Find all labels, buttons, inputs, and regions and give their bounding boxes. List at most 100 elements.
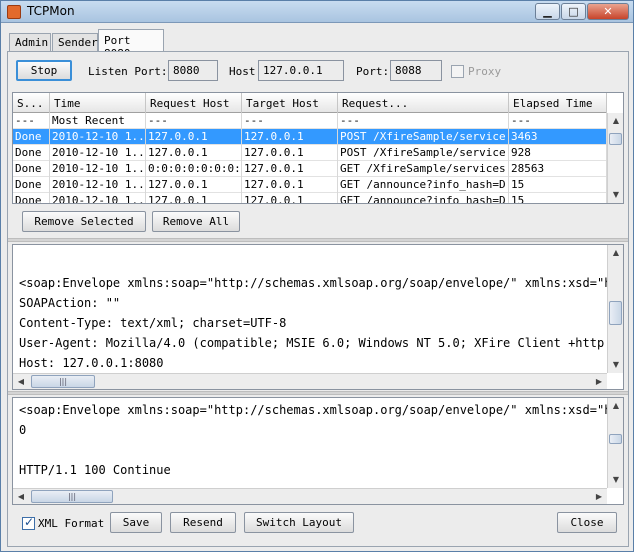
host-field[interactable]: 127.0.0.1 <box>258 60 344 81</box>
proxy-label: Proxy <box>468 65 502 78</box>
cell-time: 2010-12-10 1... <box>52 161 146 177</box>
proxy-checkbox[interactable] <box>451 65 464 78</box>
cell-status: Done <box>13 129 50 145</box>
table-header: S... Time Request Host Target Host Reque… <box>13 93 607 113</box>
cell-request: POST /XfireSample/service... <box>340 129 509 145</box>
table-row[interactable]: Done 2010-12-10 1... 127.0.0.1 127.0.0.1 GET… <box>13 177 607 193</box>
scroll-left-icon[interactable]: ◀ <box>13 489 29 504</box>
cell-time: 2010-12-10 1... <box>52 145 146 161</box>
switch-layout-button[interactable]: Switch Layout <box>244 512 354 533</box>
scroll-down-icon[interactable]: ▼ <box>608 187 623 203</box>
scroll-down-icon[interactable]: ▼ <box>608 357 623 373</box>
column-elapsed-time[interactable]: Elapsed Time <box>509 93 607 113</box>
text-line <box>19 253 623 273</box>
java-app-icon <box>7 5 21 19</box>
cell-target-host: 127.0.0.1 <box>242 145 338 161</box>
minimize-icon[interactable]: ▁ <box>535 3 560 20</box>
pane-splitter[interactable] <box>8 391 628 395</box>
table-row[interactable]: Done 2010-12-10 1... 0:0:0:0:0:0:0:1 127.0.… <box>13 161 607 177</box>
response-horizontal-scrollbar[interactable]: ◀ ||| ▶ <box>13 488 607 504</box>
text-line: <soap:Envelope xmlns:soap="http://schema… <box>19 403 624 417</box>
response-pane[interactable]: <soap:Envelope xmlns:soap="http://schema… <box>12 397 624 505</box>
scroll-up-icon[interactable]: ▲ <box>608 245 623 261</box>
cell-elapsed-time: 15 <box>509 177 607 193</box>
save-button[interactable]: Save <box>110 512 162 533</box>
port-field[interactable]: 8088 <box>390 60 442 81</box>
cell-request-host: --- <box>146 113 242 129</box>
text-line: 0 <box>19 423 27 437</box>
scroll-left-icon[interactable]: ◀ <box>13 374 29 389</box>
response-hscroll-thumb[interactable]: ||| <box>31 490 113 503</box>
cell-request-host: 127.0.0.1 <box>146 129 242 145</box>
port-panel: Stop Listen Port: 8080 Host: 127.0.0.1 P… <box>7 51 629 547</box>
table-splitter[interactable] <box>8 238 628 242</box>
title-bar: TCPMon ▁ □ ✕ <box>1 1 633 23</box>
scroll-right-icon[interactable]: ▶ <box>591 489 607 504</box>
cell-request: GET /announce?info_hash=D... <box>338 193 509 203</box>
cell-elapsed-time: 28563 <box>509 161 607 177</box>
column-target-host[interactable]: Target Host <box>242 93 338 113</box>
table-row[interactable]: Done 2010-12-10 1... 127.0.0.1 127.0.0.1 POS… <box>13 129 607 145</box>
column-request[interactable]: Request... <box>338 93 509 113</box>
cell-request-host: 127.0.0.1 <box>146 193 242 203</box>
table-row[interactable]: Done 2010-12-10 1... 127.0.0.1 127.0.0.1 POS… <box>13 145 607 161</box>
text-line: <soap:Envelope xmlns:soap="http://schema… <box>19 276 624 290</box>
stop-button[interactable]: Stop <box>16 60 72 81</box>
cell-request-host: 0:0:0:0:0:0:0:1 <box>148 161 242 177</box>
column-status[interactable]: S... <box>13 93 50 113</box>
response-text[interactable]: <soap:Envelope xmlns:soap="http://schema… <box>19 400 624 480</box>
tab-port-8080[interactable]: Port 8080 <box>98 29 164 60</box>
request-scroll-thumb[interactable] <box>609 301 622 325</box>
listen-port-field[interactable]: 8080 <box>168 60 218 81</box>
tab-admin[interactable]: Admin <box>9 33 51 51</box>
scroll-down-icon[interactable]: ▼ <box>608 472 623 488</box>
connections-table: S... Time Request Host Target Host Reque… <box>12 92 624 204</box>
table-row[interactable]: --- Most Recent --- --- --- --- <box>13 113 607 129</box>
request-text[interactable]: <soap:Envelope xmlns:soap="http://schema… <box>19 253 624 389</box>
cell-elapsed-time: 15 <box>509 193 607 203</box>
text-line <box>19 440 623 460</box>
response-scroll-thumb[interactable] <box>609 434 622 444</box>
remove-selected-button[interactable]: Remove Selected <box>22 211 146 232</box>
request-horizontal-scrollbar[interactable]: ◀ ||| ▶ <box>13 373 607 389</box>
listen-port-label: Listen Port: <box>88 65 168 78</box>
request-vertical-scrollbar[interactable]: ▲ ▼ <box>607 245 623 373</box>
cell-elapsed-time: 928 <box>509 145 607 161</box>
column-request-host[interactable]: Request Host <box>146 93 242 113</box>
scroll-right-icon[interactable]: ▶ <box>591 374 607 389</box>
xml-format-label: XML Format <box>38 517 105 530</box>
cell-target-host: 127.0.0.1 <box>242 177 338 193</box>
cell-time: 2010-12-10 1... <box>52 129 146 145</box>
scroll-up-icon[interactable]: ▲ <box>608 398 623 414</box>
cell-elapsed-time: 3463 <box>509 129 607 145</box>
cell-request: POST /XfireSample/service... <box>340 145 509 161</box>
request-pane[interactable]: <soap:Envelope xmlns:soap="http://schema… <box>12 244 624 390</box>
table-scroll-thumb[interactable] <box>609 133 622 145</box>
cell-target-host: 127.0.0.1 <box>242 161 338 177</box>
cell-request-host: 127.0.0.1 <box>146 177 242 193</box>
cell-status: Done <box>13 177 50 193</box>
cell-request-host: 127.0.0.1 <box>146 145 242 161</box>
cell-target-host: --- <box>242 113 338 129</box>
tab-sender[interactable]: Sender <box>52 33 98 51</box>
scroll-up-icon[interactable]: ▲ <box>608 113 623 129</box>
close-button[interactable]: Close <box>557 512 617 533</box>
remove-all-button[interactable]: Remove All <box>152 211 240 232</box>
xml-format-checkbox[interactable] <box>22 515 35 530</box>
response-vertical-scrollbar[interactable]: ▲ ▼ <box>607 398 623 488</box>
text-line: User-Agent: Mozilla/4.0 (compatible; MSI… <box>19 336 624 350</box>
port-label: Port: <box>356 65 390 78</box>
cell-status: Done <box>13 193 50 203</box>
cell-request: --- <box>338 113 509 129</box>
close-window-icon[interactable]: ✕ <box>587 3 629 20</box>
maximize-icon[interactable]: □ <box>561 3 586 20</box>
request-hscroll-thumb[interactable]: ||| <box>31 375 95 388</box>
cell-time: 2010-12-10 1... <box>52 177 146 193</box>
column-time[interactable]: Time <box>50 93 146 113</box>
resend-button[interactable]: Resend <box>170 512 236 533</box>
table-vertical-scrollbar[interactable]: ▲ ▼ <box>607 113 623 203</box>
cell-status: --- <box>13 113 50 129</box>
table-row[interactable]: Done 2010-12-10 1... 127.0.0.1 127.0.0.1 GET… <box>13 193 607 203</box>
cell-request: GET /XfireSample/services... <box>340 161 509 177</box>
text-line: HTTP/1.1 100 Continue <box>19 463 171 477</box>
